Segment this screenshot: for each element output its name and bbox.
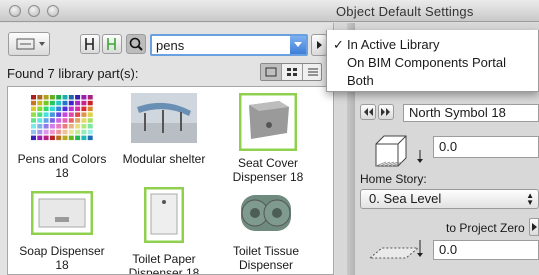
offset-plane-icon [368,240,423,259]
seat-cover-dispenser-thumbnail [238,92,298,152]
library-item-modular-shelter[interactable]: Modular shelter [114,93,214,166]
library-parts-grid: Pens and Colors 18 Modular shelter Seat [7,86,334,275]
reference-label: to Project Zero [446,221,525,235]
small-icons-view-button[interactable] [282,64,303,80]
reference-dropdown-button[interactable] [529,218,539,236]
double-right-arrow-icon [381,108,390,116]
pens-and-colors-thumbnail [31,95,93,141]
menu-item-bim-components-portal[interactable]: On BIM Components Portal [347,55,506,70]
search-mode-button[interactable] [126,34,146,54]
updown-arrows-icon: ▲ ▼ [526,191,534,207]
list-icon [308,68,318,76]
home-story-value: 0. Sea Level [369,191,442,206]
chair-icon [85,38,94,50]
sidebar-toggle-icon [16,38,45,50]
search-scope-dropdown[interactable] [290,36,306,54]
menu-item-both[interactable]: Both [347,73,374,88]
library-item-label: Toilet Paper Dispenser 18 [128,252,200,275]
list-view-button[interactable] [303,64,323,80]
search-arrow-button[interactable] [311,34,327,56]
search-scope-menu: ✓ In Active Library On BIM Components Po… [326,30,539,92]
filter-object-button[interactable] [80,34,100,54]
green-chair-icon [107,38,116,50]
soap-dispenser-thumbnail [30,190,94,236]
library-item-label: Seat Cover Dispenser 18 [232,156,304,184]
menu-item-in-active-library[interactable]: In Active Library [347,37,440,52]
next-symbol-button[interactable] [378,104,394,120]
home-story-label: Home Story: [360,172,427,186]
view-mode-group [260,63,322,81]
elevation-box-icon [375,135,423,167]
library-item-pens-and-colors[interactable]: Pens and Colors 18 [12,93,112,180]
title-bar: Object Default Settings [0,0,539,22]
toilet-paper-dispenser-thumbnail [143,186,185,244]
modular-shelter-thumbnail [131,93,197,143]
library-item-label: Modular shelter [122,152,206,166]
library-item-soap-dispenser[interactable]: Soap Dispenser 18 [12,190,112,272]
checkmark-icon: ✓ [333,37,344,52]
library-item-label: Toilet Tissue Dispenser [232,244,300,272]
minimize-window-button[interactable] [28,5,40,17]
toilet-tissue-dispenser-thumbnail [241,195,291,231]
library-item-toilet-tissue-dispenser[interactable]: Toilet Tissue Dispenser [216,191,316,272]
sidebar-toggle-button[interactable] [8,32,50,56]
library-item-toilet-paper-dispenser[interactable]: Toilet Paper Dispenser 18 [114,186,214,275]
symbol-name-field[interactable]: North Symbol 18 [403,104,539,122]
search-field-value: pens [156,38,185,53]
filter-door-button[interactable] [102,34,122,54]
previous-symbol-button[interactable] [360,104,376,120]
magnifier-icon [129,37,143,51]
triangle-right-icon [317,41,322,49]
large-icons-icon [265,67,277,77]
offset-field[interactable]: 0.0 [433,240,539,260]
triangle-right-icon [532,223,537,231]
library-item-seat-cover-dispenser[interactable]: Seat Cover Dispenser 18 [218,92,318,184]
double-left-arrow-icon [364,108,373,116]
home-story-select[interactable]: 0. Sea Level ▲ ▼ [360,189,539,209]
small-icons-icon [287,68,297,76]
results-count: Found 7 library part(s): [7,66,139,81]
elevation-field[interactable]: 0.0 [433,136,539,158]
library-item-label: Pens and Colors 18 [17,152,107,180]
window-title: Object Default Settings [336,4,474,19]
close-window-button[interactable] [9,5,21,17]
search-field[interactable]: pens [150,34,308,56]
library-item-label: Soap Dispenser 18 [19,244,105,272]
zoom-window-button[interactable] [47,5,59,17]
library-browser-pane: pens Found 7 library part(s): Pens and C… [0,23,334,275]
large-icons-view-button[interactable] [261,64,282,80]
